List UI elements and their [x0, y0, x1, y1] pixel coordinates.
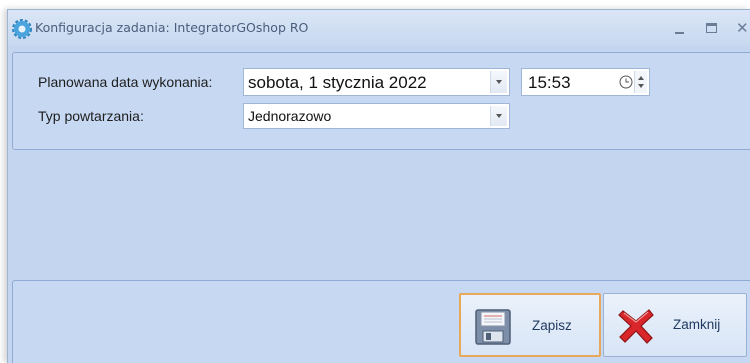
clock-icon[interactable] [619, 75, 633, 89]
close-button[interactable]: Zamknij [603, 293, 747, 357]
repeat-type-label: Typ powtarzania: [38, 108, 144, 124]
time-value: 15:53 [528, 73, 571, 92]
planned-date-label: Planowana data wykonania: [38, 74, 213, 90]
action-panel: Zapisz Zamknij [12, 280, 750, 363]
floppy-disk-icon [475, 309, 511, 345]
task-config-window: Konfiguracja zadania: IntegratorGOshop R… [7, 9, 750, 363]
save-button-label: Zapisz [532, 318, 572, 333]
close-button-label: Zamknij [673, 317, 721, 332]
window-close-button[interactable]: ✕ [736, 19, 750, 37]
spin-up-icon[interactable] [638, 76, 644, 80]
time-spinner[interactable] [634, 71, 647, 93]
chevron-down-icon[interactable] [490, 106, 507, 126]
time-picker[interactable]: 15:53 [521, 68, 650, 96]
repeat-type-value: Jednorazowo [248, 108, 332, 124]
planned-date-picker[interactable]: sobota, 1 stycznia 2022 [243, 68, 510, 96]
save-button[interactable]: Zapisz [459, 293, 601, 357]
red-x-icon [618, 309, 654, 344]
repeat-type-select[interactable]: Jednorazowo [243, 103, 510, 129]
spin-down-icon[interactable] [638, 84, 644, 88]
title-bar: Konfiguracja zadania: IntegratorGOshop R… [8, 10, 750, 46]
planned-date-value: sobota, 1 stycznia 2022 [248, 73, 427, 92]
maximize-button[interactable] [705, 19, 719, 37]
schedule-panel: Planowana data wykonania: sobota, 1 styc… [12, 52, 750, 150]
window-title: Konfiguracja zadania: IntegratorGOshop R… [35, 20, 309, 35]
gear-icon [12, 19, 32, 39]
chevron-down-icon[interactable] [490, 71, 507, 93]
minimize-button[interactable] [673, 19, 687, 37]
